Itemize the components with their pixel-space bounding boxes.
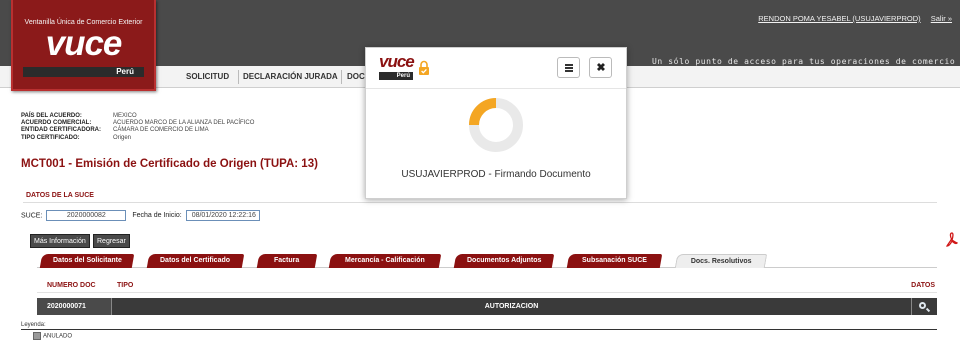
modal-close-button[interactable]: ✖ (589, 57, 612, 78)
table-header: NUMERO DOC TIPO DATOS (37, 278, 937, 293)
menu-item-declaracion-jurada[interactable]: DECLARACIÓN JURADA (243, 72, 338, 81)
legend-label: Leyenda: (21, 322, 46, 328)
column-header-tipo: TIPO (117, 282, 134, 289)
back-button[interactable]: Regresar (93, 234, 130, 248)
info-row: TIPO CERTIFICADO: Origen (21, 135, 254, 142)
tab-subsanacion-suce[interactable]: Subsanación SUCE (566, 254, 663, 268)
page-title: MCT001 - Emisión de Certificado de Orige… (21, 158, 318, 170)
info-value: CÁMARA DE COMERCIO DE LIMA (113, 127, 209, 134)
info-value: Origen (113, 134, 132, 141)
tab-documentos-adjuntos[interactable]: Documentos Adjuntos (453, 254, 555, 268)
column-header-datos: DATOS (911, 282, 935, 289)
tab-bar: Datos del Solicitante Datos del Certific… (37, 254, 937, 268)
suce-label: SUCE: (21, 212, 43, 220)
loading-spinner-icon (469, 98, 523, 152)
signing-modal: vuce Perú ✖ USUJAVIERPROD - Firmando Doc… (365, 47, 627, 199)
tab-mercancia-calificacion[interactable]: Mercancía - Calificación (328, 254, 442, 268)
search-icon (919, 302, 926, 309)
section-divider (23, 202, 937, 203)
column-header-numero-doc: NUMERO DOC (47, 282, 96, 289)
more-info-button[interactable]: Más Información (30, 234, 90, 248)
suce-row: SUCE: 2020000082 Fecha de Inicio: 08/01/… (21, 210, 260, 221)
info-value: ACUERDO MARCO DE LA ALIANZA DEL PACÍFICO (113, 120, 255, 127)
lock-icon (419, 60, 429, 75)
tab-label: Documentos Adjuntos (466, 257, 542, 264)
tab-label: Factura (274, 257, 300, 264)
info-key: PAÍS DEL ACUERDO: (21, 113, 82, 119)
legend-divider (21, 329, 937, 330)
table-row: 2020000071 AUTORIZACION (37, 298, 937, 315)
vuce-logo[interactable]: Ventanilla Única de Comercio Exterior vu… (11, 0, 156, 91)
user-name-link[interactable]: RENDON POMA YESABEL (USUJAVIERPROD) (758, 14, 920, 23)
tab-label: Datos del Solicitante (52, 257, 122, 264)
logo-wordmark: vuce (45, 24, 123, 63)
modal-logo-country: Perú (379, 72, 413, 80)
menu-item-doc[interactable]: DOC (347, 72, 365, 81)
close-icon: ✖ (596, 62, 606, 74)
tab-factura[interactable]: Factura (256, 254, 318, 268)
pdf-icon[interactable] (946, 232, 958, 248)
info-row: ENTIDAD CERTIFICADORA: CÁMARA DE COMERCIO… (21, 127, 254, 134)
tab-label: Mercancía - Calificación (345, 257, 425, 264)
page: RENDON POMA YESABEL (USUJAVIERPROD) Sali… (0, 0, 960, 342)
tab-docs-resolutivos[interactable]: Docs. Resolutivos (674, 254, 768, 268)
start-date-label: Fecha de Inicio: (132, 212, 182, 220)
tab-label: Datos del Certificado (160, 257, 231, 264)
modal-header: vuce Perú ✖ (366, 48, 626, 89)
logo-country-bar: Perú (23, 67, 144, 77)
modal-menu-button[interactable] (557, 57, 580, 78)
info-key: TIPO CERTIFICADO: (21, 134, 80, 141)
tab-label: Subsanación SUCE (582, 257, 647, 264)
menu-divider (341, 70, 342, 84)
info-key: ACUERDO COMERCIAL: (21, 120, 92, 127)
legend-item-anulado: ANULADO (33, 332, 72, 340)
tab-datos-solicitante[interactable]: Datos del Solicitante (39, 254, 135, 268)
cell-tipo: AUTORIZACION (111, 298, 911, 315)
cell-numero-doc: 2020000071 (37, 298, 111, 315)
modal-logo-wordmark: vuce (379, 52, 415, 71)
legend-swatch (33, 332, 41, 340)
agreement-info: PAÍS DEL ACUERDO: MEXICO ACUERDO COMERCIA… (21, 113, 254, 142)
legend-item-label: ANULADO (43, 333, 73, 340)
suce-number-field: 2020000082 (46, 210, 127, 221)
user-links: RENDON POMA YESABEL (USUJAVIERPROD) Sali… (758, 14, 960, 23)
hamburger-icon (565, 64, 573, 66)
start-date-field: 08/01/2020 12:22:16 (185, 210, 260, 221)
info-key: ENTIDAD CERTIFICADORA: (21, 127, 101, 134)
section-title: DATOS DE LA SUCE (26, 192, 94, 199)
header-tagline: Un sólo punto de acceso para tus operaci… (652, 57, 960, 66)
logo-country: Perú (116, 67, 134, 76)
tab-datos-certificado[interactable]: Datos del Certificado (146, 254, 245, 268)
view-details-button[interactable] (911, 298, 937, 315)
menu-divider (238, 70, 239, 84)
modal-status-message: USUJAVIERPROD - Firmando Documento (401, 169, 591, 180)
tab-label: Docs. Resolutivos (690, 258, 752, 265)
logout-link[interactable]: Salir » (931, 14, 952, 23)
info-value: MEXICO (113, 113, 137, 119)
menu-item-solicitud[interactable]: SOLICITUD (186, 72, 229, 81)
